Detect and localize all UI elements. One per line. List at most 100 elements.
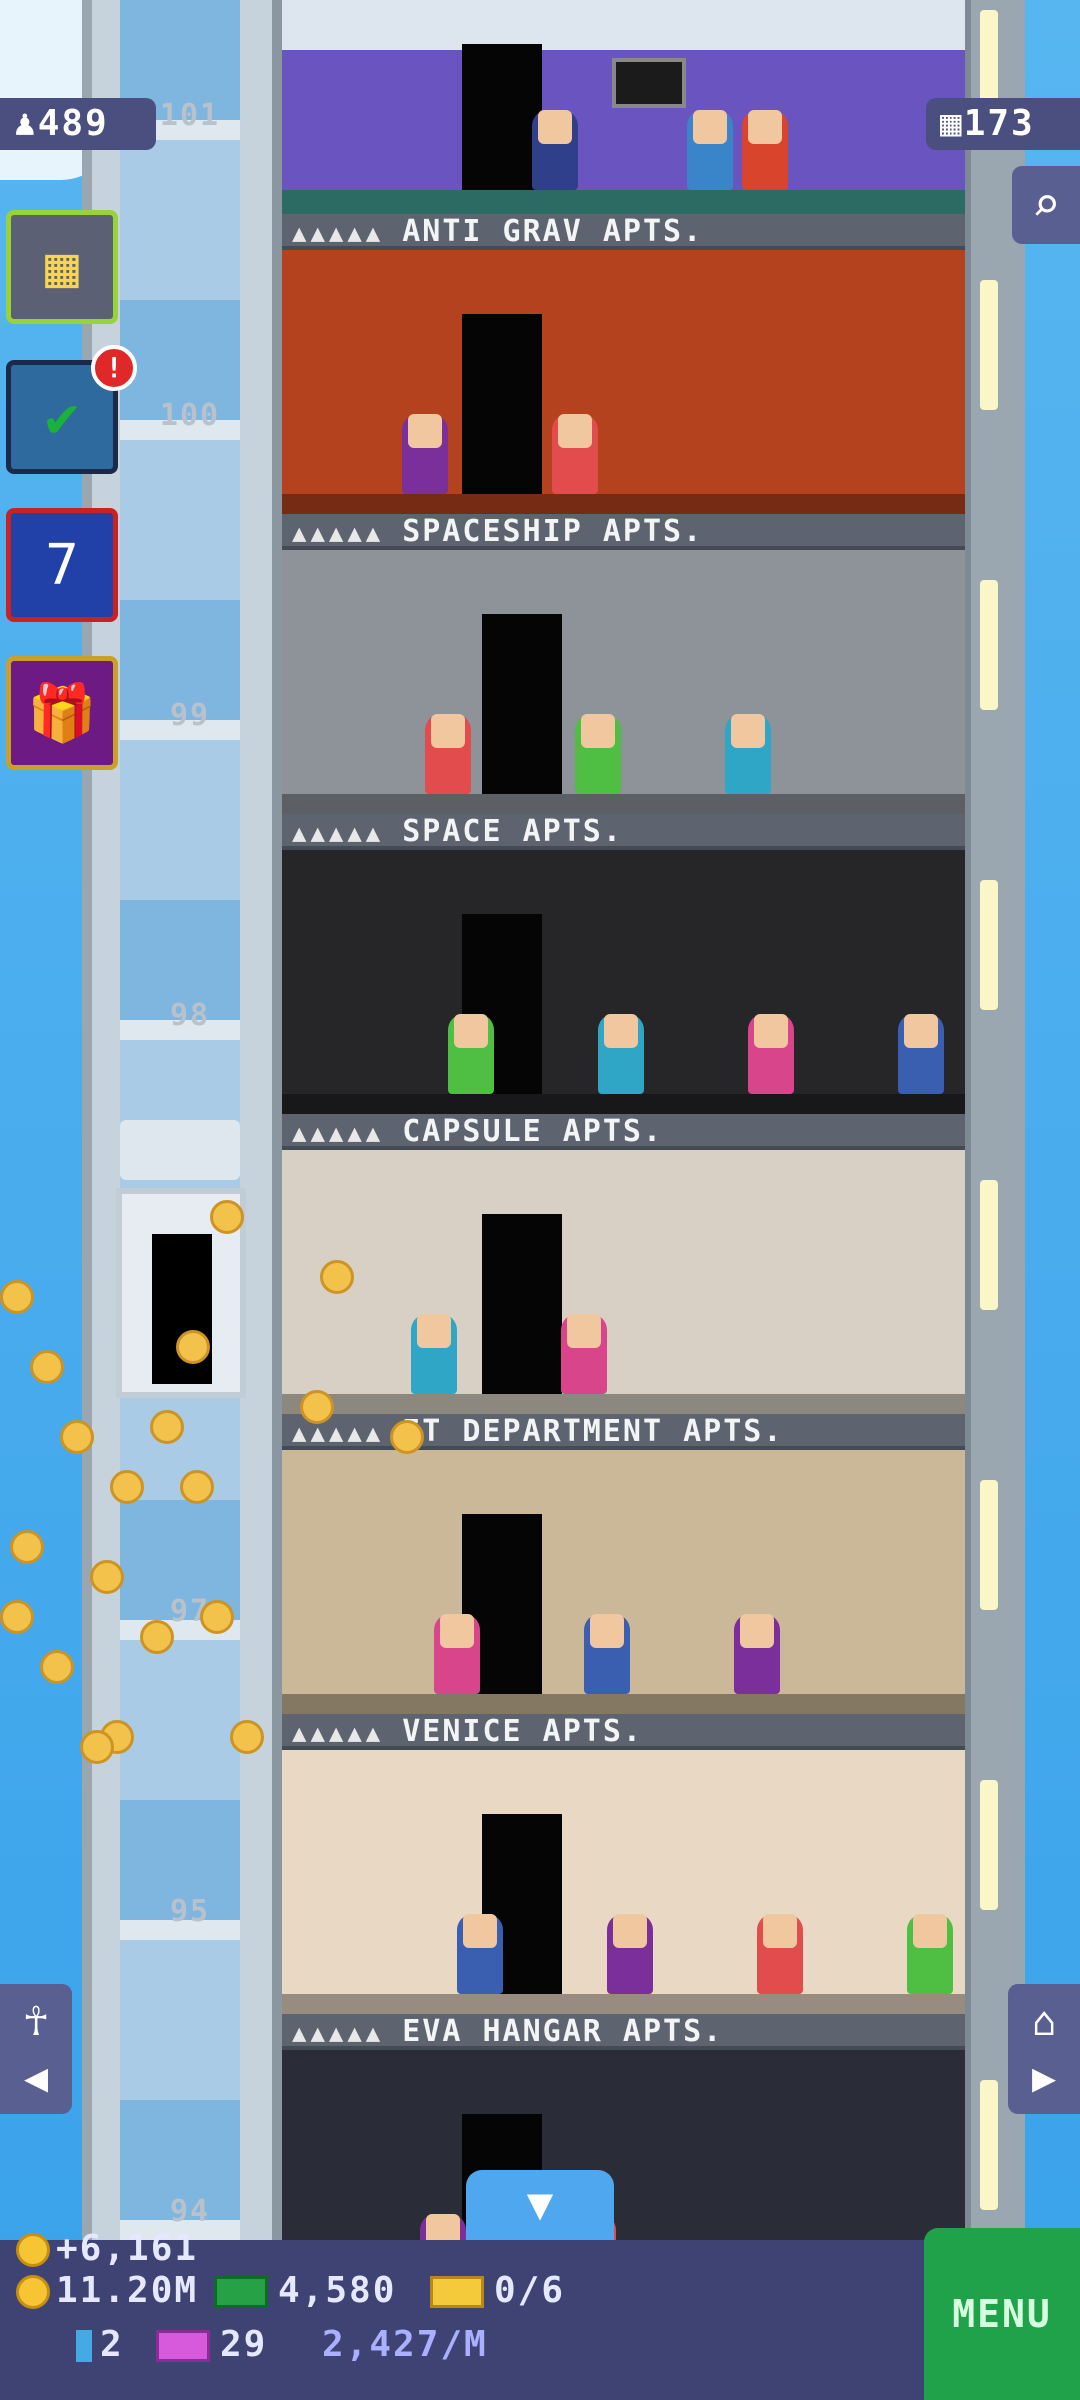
resident[interactable]: [898, 1014, 944, 1094]
resident[interactable]: [687, 110, 733, 190]
floor-number: 94: [169, 2194, 211, 2229]
tower-bux-counter: ▦173: [926, 98, 1080, 150]
coin-icon: [210, 1200, 244, 1234]
coin-icon: [80, 1730, 114, 1764]
population-value: 489: [37, 103, 109, 144]
resident[interactable]: [448, 1014, 494, 1094]
floor-number: 95: [169, 1894, 211, 1929]
floor-room[interactable]: ▲▲▲▲▲ VENICE APTS.: [282, 1714, 965, 2014]
room-door: [462, 314, 542, 494]
building-icon: ▦: [45, 234, 79, 300]
room-floor: [282, 1994, 965, 2014]
calendar-icon: 7: [45, 532, 79, 598]
resident[interactable]: [742, 110, 788, 190]
coin-icon: [10, 1530, 44, 1564]
coin-icon: [180, 1470, 214, 1504]
floor-rating: ▲▲▲▲▲: [292, 219, 385, 247]
tickets-value: 0/6: [494, 2270, 566, 2311]
resident[interactable]: [561, 1314, 607, 1394]
resident[interactable]: [584, 1614, 630, 1694]
resident[interactable]: [575, 714, 621, 794]
tasks-button[interactable]: ✔ !: [6, 345, 137, 474]
floor-room[interactable]: ▲▲▲▲▲ IT DEPARTMENT APTS.: [282, 1414, 965, 1714]
resident[interactable]: [402, 414, 448, 494]
menu-button[interactable]: MENU: [924, 2228, 1080, 2400]
floor-rating: ▲▲▲▲▲: [292, 519, 385, 547]
notification-badge: !: [91, 345, 137, 391]
coin-icon: [230, 1720, 264, 1754]
resident[interactable]: [907, 1914, 953, 1994]
frame-light: [980, 280, 998, 410]
room-floor: [282, 1394, 965, 1414]
tickets-total: 0/6: [430, 2270, 565, 2311]
floor-room[interactable]: ▲▲▲▲▲ CAPSULE APTS.: [282, 1114, 965, 1414]
room-floor: [282, 1694, 965, 1714]
menu-board: [612, 58, 686, 108]
elevator-right-button[interactable]: ⌂ ▶: [1008, 1984, 1080, 2114]
resident[interactable]: [607, 1914, 653, 1994]
room-interior: [282, 1450, 965, 1714]
resident[interactable]: [457, 1914, 503, 1994]
population-counter: ♟489: [0, 98, 156, 150]
elevator-left-button[interactable]: ☥ ◀: [0, 1984, 72, 2114]
room-floor: [282, 190, 965, 214]
elevator-door: [152, 1234, 212, 1384]
floor-rating: ▲▲▲▲▲: [292, 1119, 385, 1147]
checklist-icon: ✔: [45, 384, 79, 450]
floor-name: ANTI GRAV APTS.: [402, 214, 704, 249]
coin-gain: +6,161: [16, 2228, 198, 2269]
room-interior: [282, 1750, 965, 2014]
floor-room[interactable]: ▲▲▲▲▲ ANTI GRAV APTS.: [282, 214, 965, 514]
resident[interactable]: [734, 1614, 780, 1694]
resident[interactable]: [757, 1914, 803, 1994]
floor-room[interactable]: ▲▲▲▲▲ SPACE APTS.: [282, 814, 965, 1114]
vip-icon: [156, 2330, 210, 2362]
floor-name: SPACE APTS.: [402, 814, 623, 849]
gift-button[interactable]: 🎁: [6, 656, 118, 770]
frame-light: [980, 1780, 998, 1910]
resident[interactable]: [532, 110, 578, 190]
resident[interactable]: [598, 1014, 644, 1094]
vip-counter: 29: [156, 2324, 267, 2365]
resident[interactable]: [748, 1014, 794, 1094]
floor-name: IT DEPARTMENT APTS.: [402, 1414, 784, 1449]
room-interior: [282, 550, 965, 814]
floor-rating: ▲▲▲▲▲: [292, 819, 385, 847]
floor-name-label: ▲▲▲▲▲ IT DEPARTMENT APTS.: [282, 1414, 965, 1450]
search-button[interactable]: ⌕: [1012, 166, 1080, 244]
floor-room[interactable]: ▲▲▲▲▲ SPACESHIP APTS.: [282, 514, 965, 814]
floor-room-top[interactable]: [282, 0, 965, 214]
floor-name: CAPSULE APTS.: [402, 1114, 664, 1149]
bux-value: 4,580: [278, 2270, 397, 2311]
bux-icon: [214, 2276, 268, 2308]
coin-icon: [320, 1260, 354, 1294]
resident[interactable]: [425, 714, 471, 794]
floors-value: 2: [100, 2324, 124, 2365]
frame-light: [980, 2080, 998, 2210]
frame-light: [980, 1480, 998, 1610]
floor-name: SPACESHIP APTS.: [402, 514, 704, 549]
floor-number: 101: [159, 98, 221, 133]
calendar-button[interactable]: 7: [6, 508, 118, 622]
search-icon: ⌕: [1031, 177, 1061, 233]
floor-name-label: ▲▲▲▲▲ ANTI GRAV APTS.: [282, 214, 965, 250]
room-floor: [282, 494, 965, 514]
scroll-down-button[interactable]: ▼: [466, 2170, 614, 2240]
coin-icon: [300, 1390, 334, 1424]
floor-rating: ▲▲▲▲▲: [292, 1719, 385, 1747]
elevator-pulley: [120, 1120, 240, 1180]
build-button[interactable]: ▦: [6, 210, 118, 324]
floor-name-label: ▲▲▲▲▲ VENICE APTS.: [282, 1714, 965, 1750]
resident[interactable]: [434, 1614, 480, 1694]
resident[interactable]: [552, 414, 598, 494]
coin-icon: [140, 1620, 174, 1654]
income-rate: 2,427/M: [322, 2324, 488, 2365]
room-door: [462, 44, 542, 204]
resident[interactable]: [725, 714, 771, 794]
coin-icon: [0, 1600, 34, 1634]
resident[interactable]: [411, 1314, 457, 1394]
floors-counter: 2: [76, 2324, 124, 2365]
floor-name: VENICE APTS.: [402, 1714, 643, 1749]
floor-name-label: ▲▲▲▲▲ SPACE APTS.: [282, 814, 965, 850]
coin-icon: [60, 1420, 94, 1454]
